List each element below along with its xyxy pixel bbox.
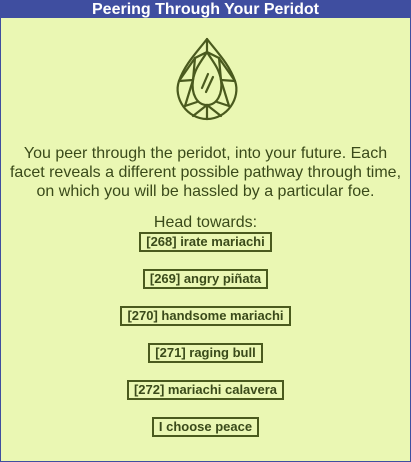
choice-row: [272] mariachi calavera	[1, 380, 410, 400]
description-line-2: facet reveals a different possible pathw…	[9, 164, 402, 181]
choice-irate-mariachi-button[interactable]: [268] irate mariachi	[139, 232, 272, 252]
peridot-gem-icon	[176, 37, 238, 121]
choose-peace-button[interactable]: I choose peace	[151, 417, 260, 437]
choice-row: [270] handsome mariachi	[1, 306, 410, 326]
description-text: You peer through the peridot, into your …	[1, 144, 410, 201]
peridot-dialog: Peering Through Your Peridot You peer th…	[0, 0, 411, 462]
choice-mariachi-calavera-button[interactable]: [272] mariachi calavera	[126, 380, 285, 400]
choice-row: [269] angry piñata	[1, 269, 410, 289]
description-line-1: You peer through the peridot, into your …	[23, 145, 388, 162]
choice-raging-bull-button[interactable]: [271] raging bull	[148, 343, 263, 363]
choice-angry-pinata-button[interactable]: [269] angry piñata	[142, 269, 269, 289]
choice-row: I choose peace	[1, 417, 410, 437]
description-line-3: on which you will be hassled by a partic…	[36, 183, 375, 200]
choice-row: [271] raging bull	[1, 343, 410, 363]
choice-handsome-mariachi-button[interactable]: [270] handsome mariachi	[120, 306, 291, 326]
choice-row: [268] irate mariachi	[1, 232, 410, 252]
prompt-label: Head towards:	[153, 214, 258, 231]
window-title: Peering Through Your Peridot	[1, 1, 410, 18]
